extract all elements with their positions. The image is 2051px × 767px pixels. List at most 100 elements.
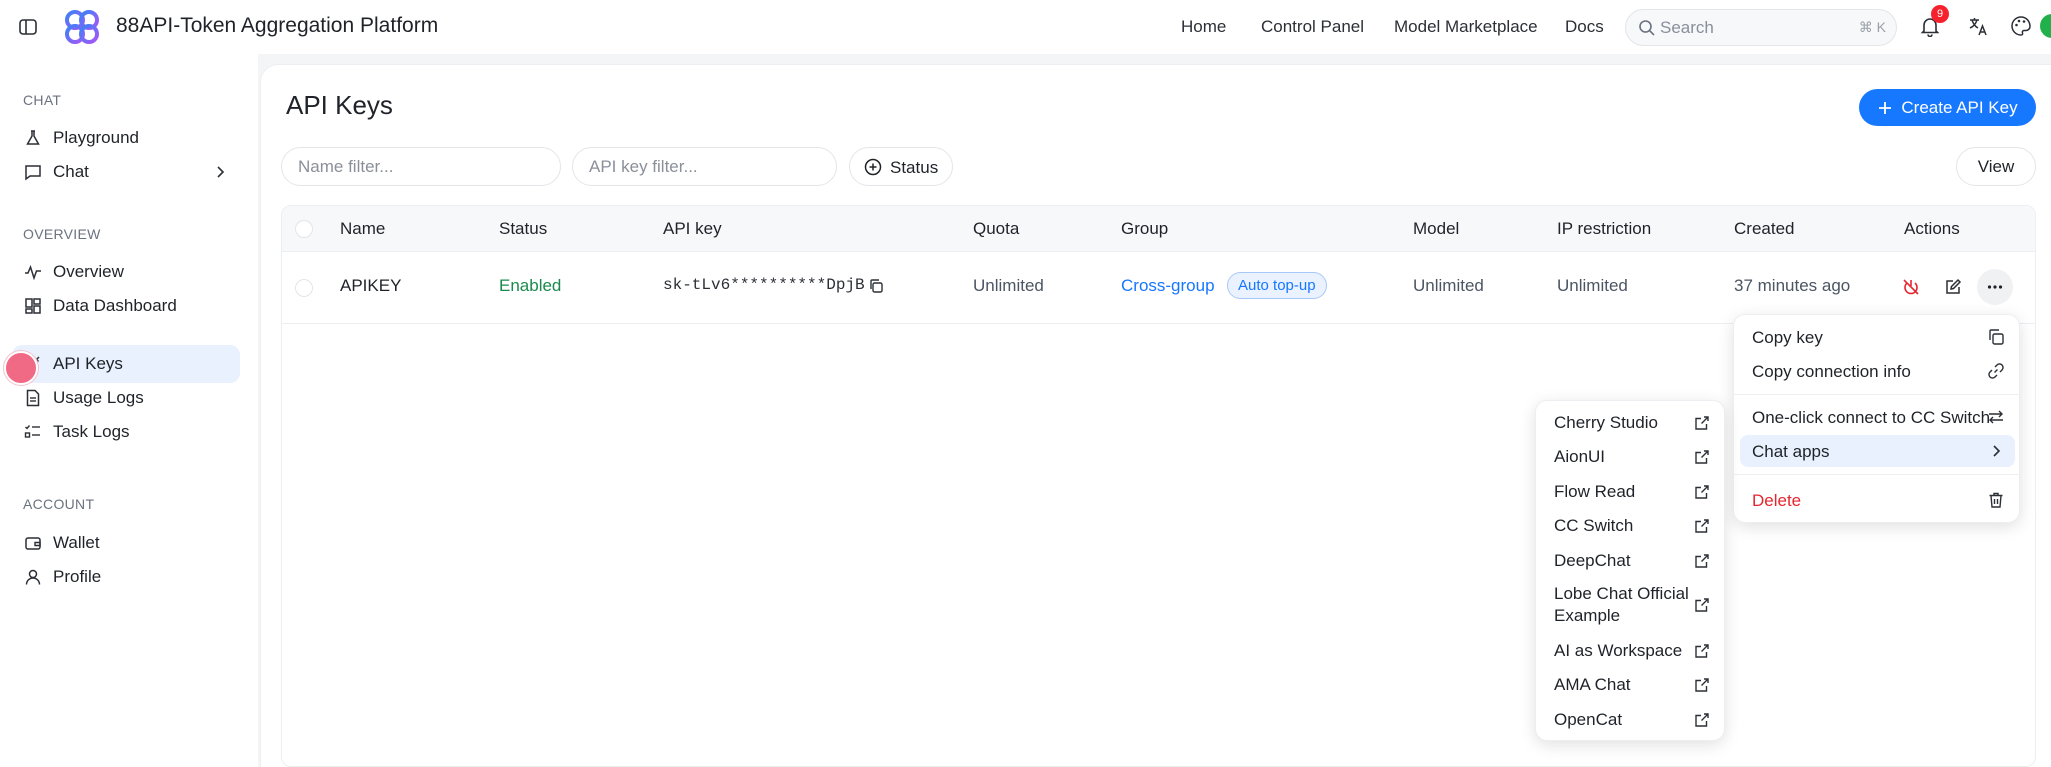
chat-app-item[interactable]: AionUI xyxy=(1542,446,1720,468)
chat-app-label: OpenCat xyxy=(1554,710,1623,729)
sidebar: CHAT Playground Chat OVERVIEW Overview D… xyxy=(0,54,258,767)
chat-apps-submenu: Cherry Studio AionUI Flow Read CC Switch… xyxy=(1535,400,1725,741)
quota-value: Unlimited xyxy=(973,276,1044,295)
sidebar-item-data-dashboard[interactable]: Data Dashboard xyxy=(12,287,240,325)
document-icon xyxy=(26,389,40,407)
logo-icon xyxy=(65,10,99,44)
sidebar-item-label: Task Logs xyxy=(53,422,130,441)
external-link-icon xyxy=(1695,416,1709,430)
sidebar-item-label: Playground xyxy=(53,128,140,147)
column-header: Name xyxy=(340,219,386,238)
top-bar: 88API-Token Aggregation Platform Home Co… xyxy=(0,0,2051,54)
sidebar-item-wallet[interactable]: Wallet xyxy=(12,524,240,562)
copy-icon[interactable] xyxy=(868,278,884,294)
nav-docs[interactable]: Docs xyxy=(1565,17,1604,37)
sidebar-item-chat[interactable]: Chat xyxy=(12,153,240,191)
nav-control-panel[interactable]: Control Panel xyxy=(1261,17,1364,37)
chat-app-label: Flow Read xyxy=(1554,482,1636,501)
chat-app-item[interactable]: Lobe Chat Official Example xyxy=(1542,583,1720,627)
chat-app-label: CC Switch xyxy=(1554,516,1634,535)
page-title: API Keys xyxy=(286,90,393,120)
edit-button[interactable] xyxy=(1935,269,1971,305)
chat-app-item[interactable]: CC Switch xyxy=(1542,515,1720,537)
dashboard-icon xyxy=(25,298,41,314)
sidebar-item-label: Wallet xyxy=(53,533,100,552)
external-link-icon xyxy=(1695,485,1709,499)
sidebar-item-task-logs[interactable]: Task Logs xyxy=(12,413,240,451)
search-shortcut: ⌘ K xyxy=(1858,19,1886,35)
group-link[interactable]: Cross-group xyxy=(1121,276,1215,296)
table-header: Name Status API key Quota Group Model IP… xyxy=(282,206,2035,252)
edit-icon xyxy=(1946,278,1962,294)
wallet-icon xyxy=(25,537,41,550)
sidebar-item-overview[interactable]: Overview xyxy=(12,253,240,291)
link-icon xyxy=(1988,363,2004,379)
trash-icon xyxy=(1989,492,2003,508)
translate-icon[interactable] xyxy=(1967,15,1989,37)
activity-icon xyxy=(25,264,41,281)
menu-item-delete[interactable]: Delete xyxy=(1740,484,2015,516)
menu-item-copy-connection-info[interactable]: Copy connection info xyxy=(1740,355,2015,387)
chat-app-item[interactable]: Flow Read xyxy=(1542,481,1720,503)
checklist-icon xyxy=(24,425,40,438)
chat-app-label: Cherry Studio xyxy=(1554,413,1658,432)
more-actions-button[interactable] xyxy=(1977,269,2013,305)
external-link-icon xyxy=(1695,554,1709,568)
chat-icon xyxy=(25,165,41,181)
column-header: Actions xyxy=(1904,219,1960,238)
chat-app-item[interactable]: AI as Workspace xyxy=(1542,640,1720,662)
menu-item-copy-key[interactable]: Copy key xyxy=(1740,321,2015,353)
column-header: Quota xyxy=(973,219,1020,238)
search-icon xyxy=(1639,20,1655,36)
chat-app-item[interactable]: Cherry Studio xyxy=(1542,412,1720,434)
row-checkbox[interactable] xyxy=(295,279,313,297)
menu-item-cc-switch[interactable]: One-click connect to CC Switch xyxy=(1740,401,2015,433)
name-filter[interactable] xyxy=(281,147,561,186)
create-api-key-label: Create API Key xyxy=(1901,97,2018,117)
sidebar-toggle-icon[interactable] xyxy=(18,17,38,37)
external-link-icon xyxy=(1695,678,1709,692)
chat-app-item[interactable]: AMA Chat xyxy=(1542,674,1720,696)
external-link-icon xyxy=(1695,519,1709,533)
sidebar-item-profile[interactable]: Profile xyxy=(12,558,240,596)
column-header: API key xyxy=(663,219,722,238)
nav-home[interactable]: Home xyxy=(1181,17,1226,37)
plus-circle-icon xyxy=(864,158,882,176)
palette-icon[interactable] xyxy=(2010,15,2032,37)
section-label-overview: OVERVIEW xyxy=(23,226,101,242)
menu-divider xyxy=(1734,474,2019,475)
sidebar-item-api-keys[interactable]: API Keys xyxy=(12,345,240,383)
chat-app-item[interactable]: DeepChat xyxy=(1542,550,1720,572)
name-filter-input[interactable] xyxy=(298,157,521,177)
disable-button[interactable] xyxy=(1893,269,1929,305)
column-header: IP restriction xyxy=(1557,219,1652,238)
search-input[interactable] xyxy=(1660,17,1830,39)
sidebar-item-usage-logs[interactable]: Usage Logs xyxy=(12,379,240,417)
sidebar-item-label: Overview xyxy=(53,262,124,281)
menu-item-label: One-click connect to CC Switch xyxy=(1752,408,1991,427)
sidebar-item-label: API Keys xyxy=(53,354,123,373)
chat-app-label: AI as Workspace xyxy=(1554,641,1683,660)
copy-icon xyxy=(1989,329,2004,345)
api-key-filter-input[interactable] xyxy=(589,157,800,177)
chat-app-item[interactable]: OpenCat xyxy=(1542,709,1720,731)
floating-assistant-icon[interactable] xyxy=(4,351,38,385)
column-header: Group xyxy=(1121,219,1169,238)
create-api-key-button[interactable]: Create API Key xyxy=(1859,89,2036,126)
status-filter-button[interactable]: Status xyxy=(849,147,953,186)
menu-item-label: Copy key xyxy=(1752,328,1823,347)
nav-model-marketplace[interactable]: Model Marketplace xyxy=(1394,17,1538,37)
select-all-checkbox[interactable] xyxy=(295,220,313,238)
arrows-swap-icon xyxy=(1989,410,2003,424)
api-key-filter[interactable] xyxy=(572,147,837,186)
more-horizontal-icon xyxy=(1987,285,2003,289)
view-button[interactable]: View xyxy=(1956,147,2036,186)
menu-item-chat-apps[interactable]: Chat apps xyxy=(1740,435,2015,467)
search-box[interactable]: ⌘ K xyxy=(1625,9,1897,46)
api-key-value: sk-tLv6**********DpjB xyxy=(663,276,865,294)
external-link-icon xyxy=(1695,644,1709,658)
sidebar-item-playground[interactable]: Playground xyxy=(12,119,240,157)
menu-item-label: Copy connection info xyxy=(1752,362,1911,381)
avatar[interactable] xyxy=(2040,14,2051,38)
model-value: Unlimited xyxy=(1413,276,1484,295)
